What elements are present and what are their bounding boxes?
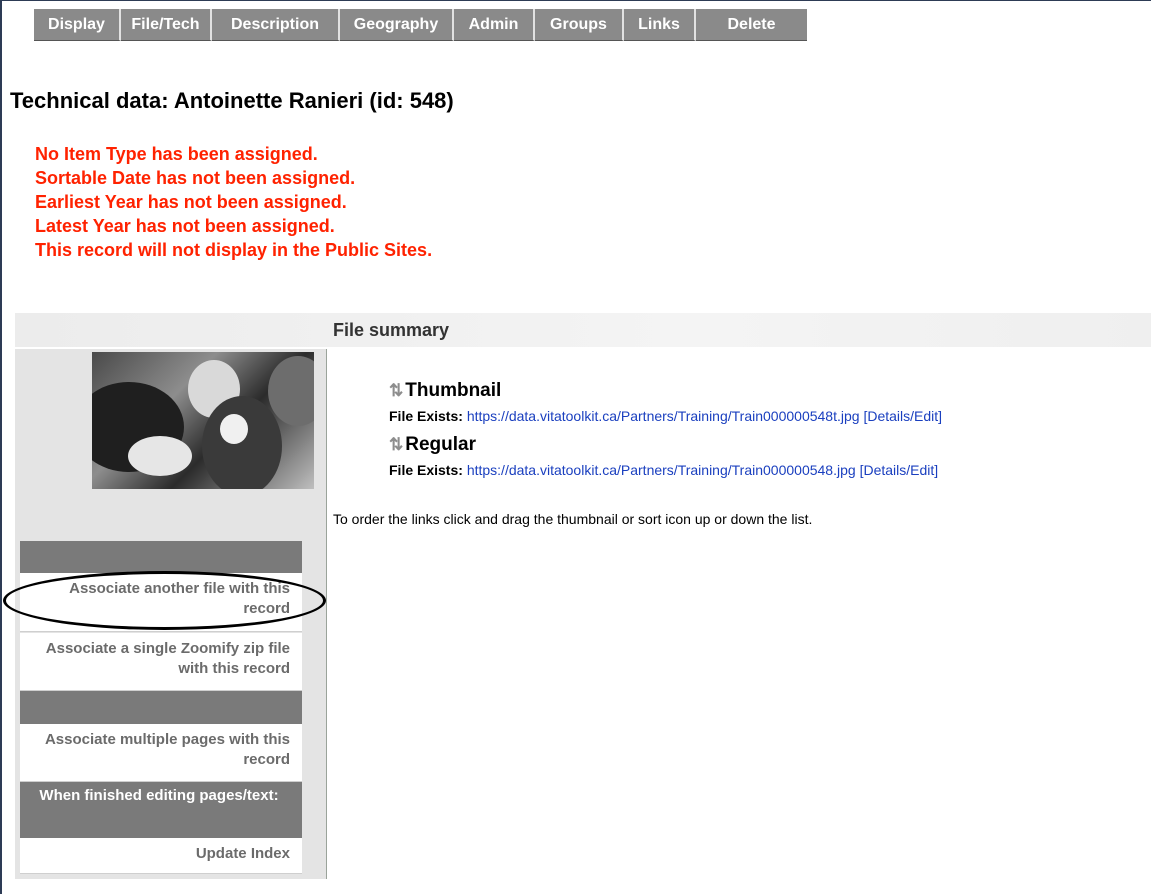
file-summary-title: File summary [333, 320, 450, 340]
file-item-thumbnail[interactable]: ⇅ Thumbnail [389, 380, 501, 402]
file-url-link[interactable]: https://data.vitatoolkit.ca/Partners/Tra… [467, 408, 860, 424]
file-status-line: File Exists: https://data.vitatoolkit.ca… [389, 462, 938, 478]
associate-zoomify-link[interactable]: Associate a single Zoomify zip file with… [20, 633, 302, 691]
warning-list: No Item Type has been assigned. Sortable… [35, 142, 432, 262]
warning-item-type: No Item Type has been assigned. [35, 144, 318, 164]
details-edit-link[interactable]: [Details/Edit] [860, 462, 939, 478]
file-summary-header-bar [15, 313, 1151, 347]
associate-file-link[interactable]: Associate another file with this record [20, 573, 302, 632]
associate-pages-link[interactable]: Associate multiple pages with this recor… [20, 724, 302, 782]
record-thumbnail[interactable] [92, 352, 314, 489]
tab-geography[interactable]: Geography [340, 9, 454, 41]
tab-description[interactable]: Description [212, 9, 340, 41]
update-index-link[interactable]: Update Index [20, 838, 302, 874]
file-name: Regular [405, 434, 476, 455]
tab-groups[interactable]: Groups [535, 9, 624, 41]
sort-instruction: To order the links click and drag the th… [333, 511, 813, 527]
warning-sortable-date: Sortable Date has not been assigned. [35, 168, 356, 188]
page-title: Technical data: Antoinette Ranieri (id: … [10, 88, 454, 113]
file-exists-label: File Exists: [389, 408, 463, 424]
file-name: Thumbnail [405, 380, 502, 401]
sort-arrows-icon[interactable]: ⇅ [389, 435, 403, 455]
warning-earliest-year: Earliest Year has not been assigned. [35, 192, 347, 212]
file-exists-label: File Exists: [389, 462, 463, 478]
record-tabs: Display File/Tech Description Geography … [34, 9, 807, 41]
tab-delete[interactable]: Delete [696, 9, 807, 41]
details-edit-link[interactable]: [Details/Edit] [863, 408, 942, 424]
warning-latest-year: Latest Year has not been assigned. [35, 216, 335, 236]
tab-file-tech[interactable]: File/Tech [121, 9, 212, 41]
tab-display[interactable]: Display [34, 9, 121, 41]
sidebar-divider [20, 691, 302, 724]
sort-arrows-icon[interactable]: ⇅ [389, 381, 403, 401]
file-status-line: File Exists: https://data.vitatoolkit.ca… [389, 408, 942, 424]
finished-editing-heading: When finished editing pages/text: [20, 782, 302, 838]
tab-links[interactable]: Links [624, 9, 696, 41]
tab-admin[interactable]: Admin [454, 9, 535, 41]
file-item-regular[interactable]: ⇅ Regular [389, 434, 476, 456]
warning-public-sites: This record will not display in the Publ… [35, 240, 433, 260]
file-url-link[interactable]: https://data.vitatoolkit.ca/Partners/Tra… [467, 462, 856, 478]
sidebar-divider [20, 541, 302, 573]
